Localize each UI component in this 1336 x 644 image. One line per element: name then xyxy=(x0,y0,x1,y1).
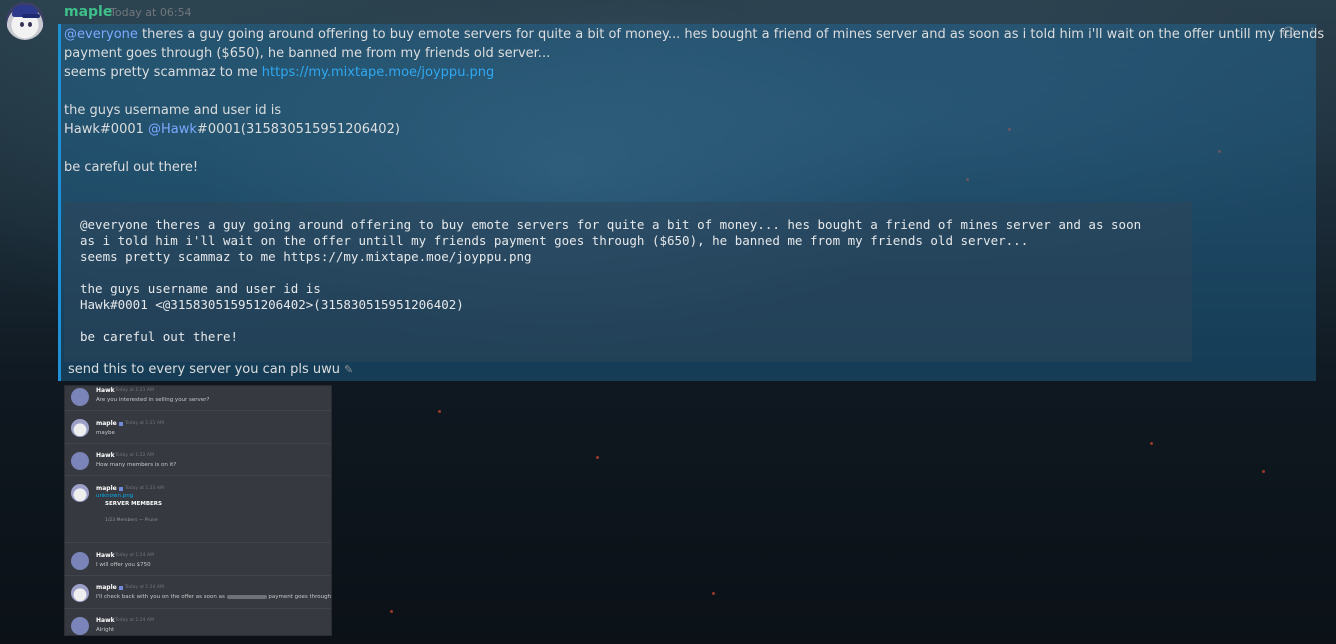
screenshot-avatar xyxy=(71,584,89,602)
screenshot-avatar xyxy=(71,552,89,570)
redacted-blur xyxy=(226,594,267,599)
code-line: be careful out there! xyxy=(80,329,239,344)
screenshot-time: Today at 1:24 AM xyxy=(115,618,154,623)
message-text: the guys username and user id is xyxy=(64,103,282,118)
message-timestamp: Today at 06:54 xyxy=(110,6,192,19)
code-line: Hawk#0001 <@315830515951206402>(31583051… xyxy=(80,297,464,312)
code-line: as i told him i'll wait on the offer unt… xyxy=(80,233,1029,248)
screenshot-author-name: maple xyxy=(96,420,117,427)
avatar-visor xyxy=(22,14,40,18)
attached-screenshot[interactable]: Hawk Today at 1:21 AM Are you interested… xyxy=(64,385,332,636)
screenshot-author-name: maple xyxy=(96,584,117,591)
screenshot-divider xyxy=(65,475,331,476)
user-mention[interactable]: @Hawk xyxy=(148,122,197,137)
background-ember xyxy=(712,592,715,595)
message-text: payment goes through ($650), he banned m… xyxy=(64,46,551,61)
message-text: seems pretty scammaz to me xyxy=(64,65,262,80)
background-ember xyxy=(596,456,599,459)
screenshot-embed-title: SERVER MEMBERS xyxy=(105,501,162,507)
screenshot-avatar xyxy=(71,419,89,437)
screenshot-text: I'll check back with you on the offer as… xyxy=(96,594,331,600)
message-line: the guys username and user id is xyxy=(64,101,281,120)
screenshot-author: Hawk xyxy=(96,552,115,559)
badge-icon xyxy=(118,585,123,590)
screenshot-divider xyxy=(65,575,331,576)
message-text: Hawk#0001 xyxy=(64,122,149,137)
screenshot-text: maybe xyxy=(96,430,115,436)
screenshot-time: Today at 1:23 AM xyxy=(125,486,164,491)
screenshot-author: maple xyxy=(96,420,123,427)
screenshot-avatar xyxy=(71,452,89,470)
screenshot-text-part: I'll check back with you on the offer as… xyxy=(96,594,225,600)
avatar-eye xyxy=(20,22,24,27)
code-line: the guys username and user id is xyxy=(80,281,321,296)
message-author[interactable]: maple xyxy=(64,4,112,20)
screenshot-author: maple xyxy=(96,485,123,492)
background-ember xyxy=(1262,470,1265,473)
screenshot-text-part: payment goes through xyxy=(268,594,332,600)
message-text: send this to every server you can pls uw… xyxy=(68,362,340,377)
screenshot-text: I will offer you $750 xyxy=(96,562,151,568)
background-ember xyxy=(390,610,393,613)
screenshot-time: Today at 1:22 AM xyxy=(115,453,154,458)
badge-icon xyxy=(118,421,123,426)
screenshot-avatar xyxy=(71,388,89,406)
message-line: seems pretty scammaz to me https://my.mi… xyxy=(64,63,494,82)
screenshot-text: Are you interested in selling your serve… xyxy=(96,397,210,403)
screenshot-avatar xyxy=(71,484,89,502)
message-text: #0001(315830515951206402) xyxy=(196,122,400,137)
message-line: Hawk#0001 @Hawk#0001(315830515951206402) xyxy=(64,120,400,139)
screenshot-author: Hawk xyxy=(96,387,115,394)
message-line: @everyone theres a guy going around offe… xyxy=(64,25,1324,44)
screenshot-text: Alright xyxy=(96,627,115,633)
message-text: theres a guy going around offering to bu… xyxy=(137,27,1325,42)
edited-message-line: send this to every server you can pls uw… xyxy=(68,362,353,377)
screenshot-divider xyxy=(65,410,331,411)
screenshot-divider xyxy=(65,542,331,543)
background-ember xyxy=(438,410,441,413)
screenshot-time: Today at 1:24 AM xyxy=(125,585,164,590)
edited-pencil-icon: ✎ xyxy=(343,363,354,376)
message-line: be careful out there! xyxy=(64,158,198,177)
code-block: @everyone theres a guy going around offe… xyxy=(64,202,1192,362)
screenshot-divider xyxy=(65,608,331,609)
screenshot-author: maple xyxy=(96,584,123,591)
mixtape-link[interactable]: https://my.mixtape.moe/joyppu.png xyxy=(262,65,495,80)
screenshot-time: Today at 1:21 AM xyxy=(125,421,164,426)
screenshot-time: Today at 1:21 AM xyxy=(115,388,154,393)
code-line: @everyone theres a guy going around offe… xyxy=(80,217,1142,232)
message-line: payment goes through ($650), he banned m… xyxy=(64,44,550,63)
badge-icon xyxy=(118,486,123,491)
screenshot-embed-sub: 1/23 Members — Prune xyxy=(105,518,158,523)
background-ember xyxy=(1150,442,1153,445)
everyone-mention[interactable]: @everyone xyxy=(64,27,138,42)
screenshot-avatar xyxy=(71,617,89,635)
code-line: seems pretty scammaz to me https://my.mi… xyxy=(80,249,532,264)
screenshot-author-name: maple xyxy=(96,485,117,492)
screenshot-author: Hawk xyxy=(96,452,115,459)
screenshot-author: Hawk xyxy=(96,617,115,624)
message-text: be careful out there! xyxy=(64,160,199,175)
avatar-eye xyxy=(28,22,32,27)
screenshot-time: Today at 1:24 AM xyxy=(115,553,154,558)
screenshot-divider xyxy=(65,443,331,444)
screenshot-link: unknown.png xyxy=(96,493,134,499)
user-avatar[interactable] xyxy=(6,2,44,40)
screenshot-text: How many members is on it? xyxy=(96,462,177,468)
